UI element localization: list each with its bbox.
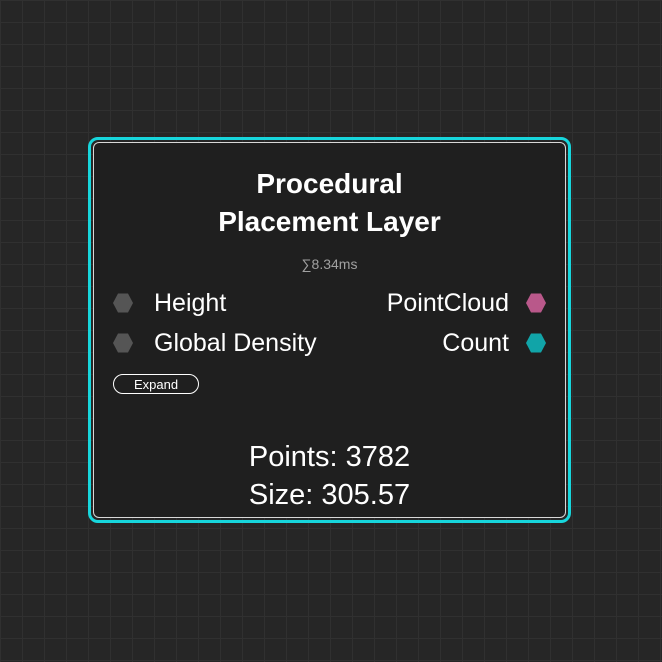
input-pin-global-density-label: Global Density [154,328,317,357]
node-title-line2: Placement Layer [218,206,441,237]
node-stats: Points: 3782 Size: 305.57 [94,438,565,514]
output-pin-count-label: Count [442,328,509,357]
node-title: Procedural Placement Layer [94,165,565,241]
stat-points: Points: 3782 [248,441,411,473]
expand-button[interactable]: Expand [113,374,199,394]
node-title-line1: Procedural [256,168,403,199]
output-pin-count-hex-icon[interactable] [525,332,547,354]
output-pin-count[interactable]: Count [442,329,547,357]
output-pin-pointcloud-label: PointCloud [386,288,509,317]
output-pin-pointcloud[interactable]: PointCloud [387,289,547,317]
output-pin-pointcloud-hex-icon[interactable] [525,292,547,314]
input-pin-global-density[interactable]: Global Density [112,329,317,357]
procedural-placement-layer-node[interactable]: Procedural Placement Layer ∑8.34ms Heigh… [88,137,571,523]
input-pin-height-label: Height [154,288,227,317]
stat-size: Size: 305.57 [248,479,411,511]
node-timing: ∑8.34ms [301,256,358,272]
input-pin-global-density-hex-icon[interactable] [112,332,134,354]
input-pin-height-hex-icon[interactable] [112,292,134,314]
node-body: Procedural Placement Layer ∑8.34ms Heigh… [93,142,566,518]
input-pin-height[interactable]: Height [112,289,226,317]
